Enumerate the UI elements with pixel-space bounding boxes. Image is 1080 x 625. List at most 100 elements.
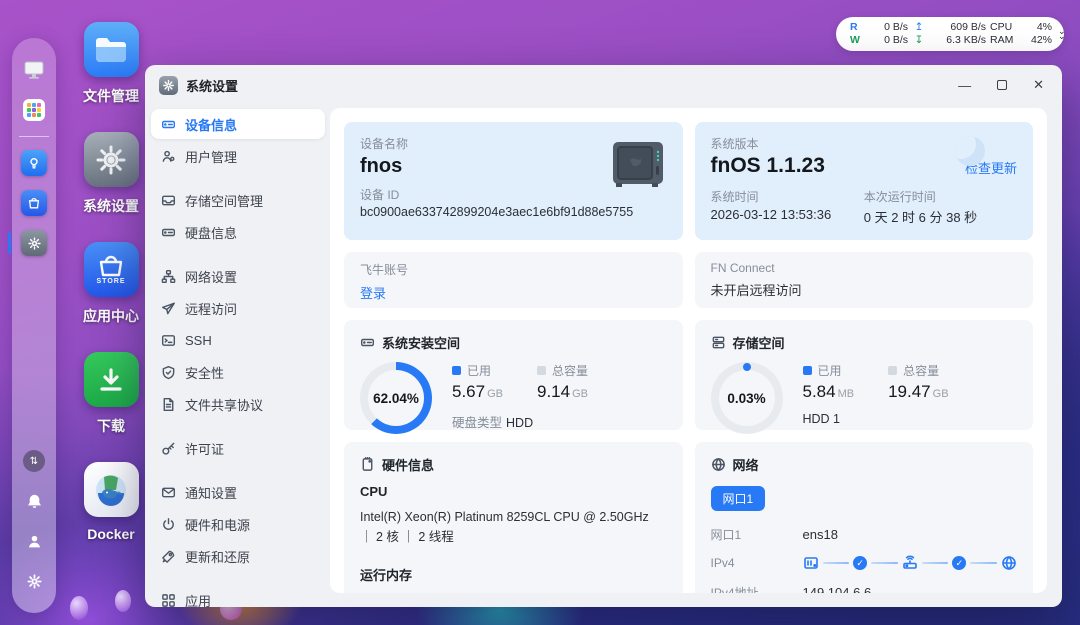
sidebar-item-1-0[interactable]: 存储空间管理: [151, 185, 325, 215]
sidebar-item-0-1[interactable]: 用户管理: [151, 141, 325, 171]
ram-value: 42%: [1030, 34, 1052, 46]
network-row-label: IPv4地址: [710, 585, 759, 594]
ram-label: RAM: [990, 34, 1014, 46]
network-row-label: 网口1: [710, 527, 742, 542]
sidebar-item-2-0[interactable]: 网络设置: [151, 261, 325, 291]
total-value: 19.47: [888, 382, 931, 401]
shortcut-app-center[interactable]: STORE 应用中心: [83, 242, 139, 326]
shortcut-file-manager[interactable]: 文件管理: [83, 22, 139, 106]
check-icon: ✓: [853, 556, 868, 570]
store-icon: STORE: [83, 242, 139, 297]
tips-bulb-app-icon[interactable]: [21, 150, 47, 176]
account-label: 飞牛账号: [360, 263, 409, 277]
cpu-label: CPU: [990, 21, 1013, 33]
taskbar-divider: [19, 136, 49, 137]
desktop-shortcuts: 文件管理 系统设置 STORE 应用中心 下载 Docker: [72, 22, 150, 568]
network-icon: [161, 269, 176, 284]
sidebar-item-label: 用户管理: [185, 149, 238, 165]
sidebar-item-2-2[interactable]: SSH: [151, 325, 325, 355]
used-label: 已用: [817, 364, 842, 378]
app-store-app-icon[interactable]: [21, 190, 47, 216]
system-space-percent: 62.04%: [373, 390, 419, 406]
sidebar-item-label: 文件共享协议: [185, 397, 264, 413]
close-button[interactable]: ✕: [1033, 77, 1044, 93]
shortcut-download[interactable]: 下载: [83, 352, 139, 436]
shortcut-docker[interactable]: Docker: [83, 462, 139, 542]
taskbar: ⇅: [8, 38, 56, 613]
minimize-button[interactable]: —: [958, 78, 971, 93]
sidebar-item-2-1[interactable]: 远程访问: [151, 293, 325, 323]
transfer-icon[interactable]: ⇅: [21, 448, 47, 474]
sidebar-item-2-3[interactable]: 安全性: [151, 357, 325, 387]
sidebar-item-5-0[interactable]: 应用: [151, 585, 325, 607]
wallpaper-bubble: [115, 590, 131, 612]
version-card: 系统版本 fnOS 1.1.23 检查更新 系统时间 2026-03-12 13…: [694, 122, 1033, 240]
desktop-monitor-icon[interactable]: [21, 57, 47, 83]
sidebar-item-1-1[interactable]: 硬盘信息: [151, 217, 325, 247]
globe-icon: [1001, 555, 1017, 571]
used-legend-swatch: [802, 366, 812, 375]
shortcut-label: Docker: [87, 526, 135, 542]
settings-sidebar: 设备信息用户管理存储空间管理硬盘信息网络设置远程访问 SSH 安全性文件共享协议许可…: [145, 105, 330, 607]
network-row: IPv4地址 149.104.6.6: [710, 581, 1018, 594]
total-legend-swatch: [888, 366, 898, 375]
download-icon: ↧: [914, 34, 924, 46]
system-time: 2026-03-12 13:53:36: [710, 207, 832, 222]
gear-icon: [83, 132, 139, 187]
sidebar-item-label: 远程访问: [185, 301, 238, 317]
used-value: 5.67: [452, 382, 486, 401]
sidebar-item-2-4[interactable]: 文件共享协议: [151, 389, 325, 419]
sidebar-item-label: SSH: [185, 332, 212, 348]
network-card: 网络 网口1 网口1 ens18 IPv4 ✓ ✓ IPv4地址 149.104.6.…: [694, 442, 1033, 594]
storage-card: 存储空间 0.03% 已用 5.84 MB 总容量 19.47 GB HDD 1: [694, 320, 1033, 434]
system-settings-window: 系统设置 — ✕ 设备信息用户管理存储空间管理硬盘信息网络设置远程访问 SSH 安全…: [145, 65, 1062, 607]
sidebar-item-label: 硬件和电源: [185, 517, 251, 533]
sidebar-item-3-0[interactable]: 许可证: [151, 433, 325, 463]
router-icon: [902, 555, 918, 571]
rocket-icon: [161, 549, 176, 564]
sidebar-group: 网络设置远程访问 SSH 安全性文件共享协议: [151, 261, 325, 419]
used-unit: GB: [487, 388, 503, 400]
chevron-double-down-icon[interactable]: ⌄ ⌄: [1058, 27, 1066, 41]
sidebar-group: 存储空间管理硬盘信息: [151, 185, 325, 247]
fnconnect-status: 未开启远程访问: [710, 283, 802, 298]
sidebar-item-4-0[interactable]: 通知设置: [151, 477, 325, 507]
system-time-label: 系统时间: [710, 190, 759, 204]
shortcut-system-settings[interactable]: 系统设置: [83, 132, 139, 216]
sidebar-item-4-1[interactable]: 硬件和电源: [151, 509, 325, 539]
sidebar-item-label: 更新和还原: [185, 549, 251, 565]
docker-whale-icon: [83, 462, 139, 517]
system-settings-app-icon[interactable]: [8, 230, 47, 256]
port-1-button[interactable]: 网口1: [710, 486, 766, 511]
terminal-icon: [161, 333, 176, 348]
device-card: 设备名称 fnos 设备 ID bc0900ae633742899204e3ae…: [344, 122, 683, 240]
storage-title: 存储空间: [732, 336, 785, 351]
sidebar-item-label: 应用: [185, 593, 212, 608]
sidebar-item-0-0[interactable]: 设备信息: [151, 109, 325, 139]
sidebar-item-label: 硬盘信息: [185, 225, 238, 241]
total-value: 9.14: [537, 382, 571, 401]
fnconnect-card: FN Connect 未开启远程访问: [694, 252, 1033, 308]
network-row: IPv4 ✓ ✓: [711, 552, 1018, 574]
system-space-card: 系统安装空间 62.04% 已用 5.67 GB 总容量 9.14 GB 硬盘类…: [344, 320, 683, 434]
device-info-panel: 设备名称 fnos 设备 ID bc0900ae633742899204e3ae…: [330, 108, 1047, 593]
login-link[interactable]: 登录: [360, 283, 667, 302]
grid-icon: [161, 593, 176, 608]
disk-type-value: HDD: [506, 416, 534, 430]
active-app-indicator: [8, 232, 11, 254]
used-label: 已用: [467, 364, 492, 378]
network-row-value: ens18: [802, 526, 838, 542]
user-icon[interactable]: [21, 528, 47, 554]
app-grid-icon[interactable]: [21, 97, 47, 123]
settings-gear-icon[interactable]: [21, 568, 47, 594]
account-card: 飞牛账号 登录: [344, 252, 683, 308]
uptime-value: 0 天 2 时 6 分 38 秒: [863, 210, 978, 225]
inbox-icon: [161, 193, 176, 208]
system-monitor-widget[interactable]: R 0 B/s ↥ 609 B/s CPU 4% W 0 B/s ↧ 6.3 K…: [836, 17, 1066, 51]
window-titlebar[interactable]: 系统设置 — ✕: [145, 65, 1062, 105]
sidebar-item-4-2[interactable]: 更新和还原: [151, 541, 325, 571]
storage-percent: 0.03%: [727, 390, 766, 406]
bell-icon[interactable]: [21, 488, 47, 514]
ram-label: 运行内存: [360, 568, 413, 583]
maximize-button[interactable]: [997, 80, 1008, 90]
